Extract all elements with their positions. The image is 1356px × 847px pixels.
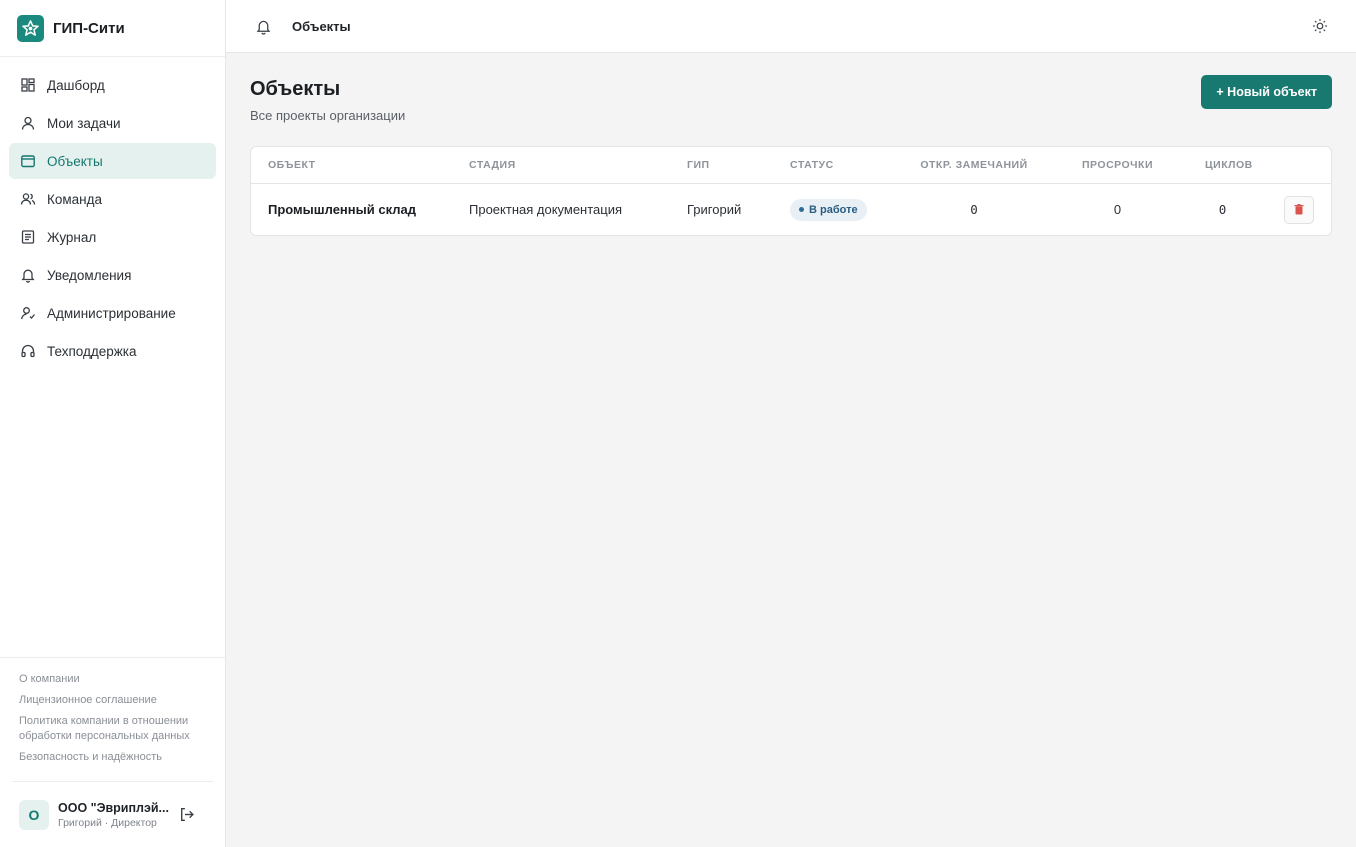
cell-actions bbox=[1284, 195, 1331, 224]
sidebar-item-objects[interactable]: Объекты bbox=[9, 143, 216, 179]
folder-icon bbox=[20, 153, 36, 169]
new-object-button[interactable]: + Новый объект bbox=[1201, 75, 1332, 109]
cell-stage: Проектная документация bbox=[469, 202, 623, 217]
brand[interactable]: ГИП-Сити bbox=[0, 0, 225, 57]
headset-icon bbox=[20, 343, 36, 359]
column-header-object[interactable]: ОБЪЕКТ bbox=[251, 159, 469, 171]
bell-icon bbox=[20, 267, 36, 283]
table-header: ОБЪЕКТ СТАДИЯ ГИП СТАТУС ОТКР. ЗАМЕЧАНИЙ… bbox=[251, 147, 1331, 184]
user-role: Григорий · Директор bbox=[58, 816, 157, 829]
topbar-title: Объекты bbox=[292, 18, 351, 34]
sidebar-nav: Дашборд Мои задачи Объекты Команда Журна… bbox=[0, 57, 225, 371]
page-subtitle: Все проекты организации bbox=[250, 108, 406, 123]
sidebar-item-label: Техподдержка bbox=[47, 343, 137, 359]
sidebar: ГИП-Сити Дашборд Мои задачи Объекты Кома… bbox=[0, 0, 226, 847]
status-dot-icon bbox=[799, 207, 804, 212]
column-header-cycles[interactable]: ЦИКЛОВ bbox=[1205, 159, 1252, 171]
footer-link-security[interactable]: Безопасность и надёжность bbox=[19, 750, 206, 765]
content: Объекты Все проекты организации + Новый … bbox=[226, 53, 1356, 236]
column-header-status[interactable]: СТАТУС bbox=[790, 159, 918, 171]
cell-cycles: 0 bbox=[1218, 202, 1227, 217]
sidebar-item-label: Администрирование bbox=[47, 305, 176, 321]
sidebar-item-label: Дашборд bbox=[47, 77, 105, 93]
logout-icon[interactable] bbox=[175, 804, 197, 826]
brand-name: ГИП-Сити bbox=[53, 19, 125, 37]
app-root: ГИП-Сити Дашборд Мои задачи Объекты Кома… bbox=[0, 0, 1356, 847]
avatar[interactable]: О bbox=[19, 799, 49, 830]
sidebar-item-journal[interactable]: Журнал bbox=[9, 219, 216, 255]
delete-button[interactable] bbox=[1284, 195, 1314, 224]
sidebar-item-notifications[interactable]: Уведомления bbox=[9, 257, 216, 293]
sidebar-item-admin[interactable]: Администрирование bbox=[9, 295, 216, 331]
topbar: Объекты bbox=[226, 0, 1356, 53]
theme-toggle-sun-icon[interactable] bbox=[1311, 17, 1329, 35]
page-title: Объекты bbox=[250, 78, 341, 100]
sidebar-item-team[interactable]: Команда bbox=[9, 181, 216, 217]
column-header-overdue[interactable]: ПРОСРОЧКИ bbox=[1030, 159, 1205, 171]
cell-open-remarks: 0 bbox=[970, 202, 978, 217]
user-block: О ООО "Эвриплэй... Григорий · Директор bbox=[12, 781, 213, 847]
page-heading: Объекты Все проекты организации bbox=[250, 75, 405, 123]
column-header-gip[interactable]: ГИП bbox=[687, 159, 790, 171]
team-icon bbox=[20, 191, 36, 207]
cell-status: В работе bbox=[790, 198, 918, 221]
footer-link-privacy[interactable]: Политика компании в отношении обработки … bbox=[19, 714, 206, 744]
status-label: В работе bbox=[809, 203, 858, 216]
objects-table: ОБЪЕКТ СТАДИЯ ГИП СТАТУС ОТКР. ЗАМЕЧАНИЙ… bbox=[250, 146, 1332, 236]
admin-icon bbox=[20, 305, 36, 321]
sidebar-item-label: Объекты bbox=[47, 153, 103, 169]
dashboard-icon bbox=[20, 77, 36, 93]
column-header-open-remarks[interactable]: ОТКР. ЗАМЕЧАНИЙ bbox=[918, 159, 1030, 171]
footer-links: О компании Лицензионное соглашение Полит… bbox=[0, 657, 225, 781]
bell-icon[interactable] bbox=[254, 17, 272, 35]
user-icon bbox=[20, 115, 36, 131]
column-header-stage[interactable]: СТАДИЯ bbox=[469, 159, 687, 171]
sidebar-item-label: Команда bbox=[47, 191, 103, 207]
sidebar-item-my-tasks[interactable]: Мои задачи bbox=[9, 105, 216, 141]
sidebar-item-dashboard[interactable]: Дашборд bbox=[9, 67, 216, 103]
cell-gip: Григорий bbox=[687, 202, 742, 217]
table-row[interactable]: Промышленный склад Проектная документаци… bbox=[251, 184, 1331, 235]
cell-overdue: 0 bbox=[1113, 202, 1122, 217]
main: Объекты Объекты Все проекты организации … bbox=[226, 0, 1356, 847]
footer-link-license[interactable]: Лицензионное соглашение bbox=[19, 693, 206, 708]
page-header: Объекты Все проекты организации + Новый … bbox=[250, 75, 1332, 123]
trash-icon bbox=[1294, 204, 1304, 215]
sidebar-item-label: Мои задачи bbox=[47, 115, 121, 131]
brand-logo-icon bbox=[17, 14, 44, 42]
journal-icon bbox=[20, 229, 36, 245]
status-badge: В работе bbox=[790, 198, 867, 221]
cell-object[interactable]: Промышленный склад bbox=[251, 202, 469, 217]
user-org: ООО "Эвриплэй... bbox=[58, 800, 169, 815]
user-info: ООО "Эвриплэй... Григорий · Директор bbox=[58, 801, 170, 829]
footer-link-about[interactable]: О компании bbox=[19, 672, 206, 687]
sidebar-item-label: Журнал bbox=[47, 229, 97, 245]
sidebar-item-support[interactable]: Техподдержка bbox=[9, 333, 216, 369]
sidebar-item-label: Уведомления bbox=[47, 267, 132, 283]
